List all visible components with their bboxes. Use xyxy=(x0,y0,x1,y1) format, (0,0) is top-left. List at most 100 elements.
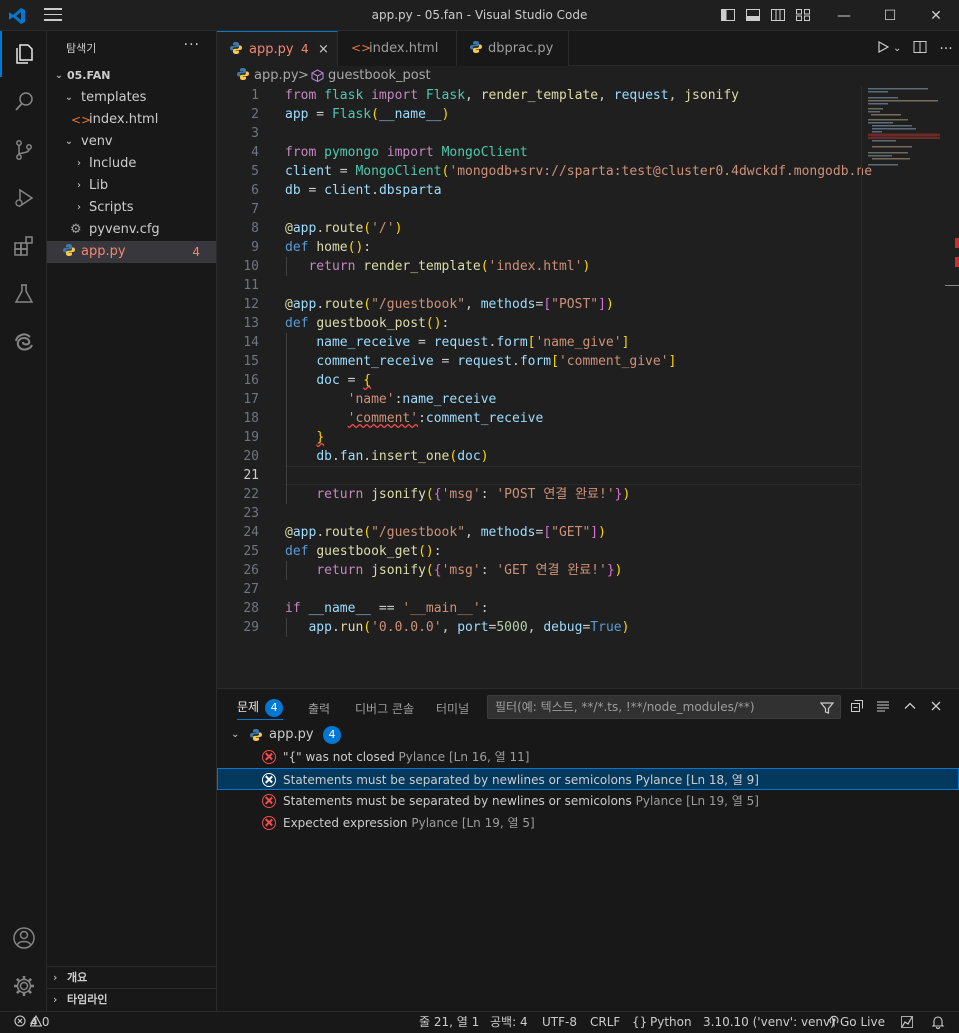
tab-debug-console[interactable]: 디버그 콘솔 xyxy=(355,700,414,720)
more-actions-icon[interactable]: ··· xyxy=(933,41,959,57)
search-icon[interactable] xyxy=(0,79,47,125)
end-of-line[interactable]: CRLF xyxy=(590,1012,620,1033)
tree-item-templates[interactable]: ⌄ templates xyxy=(47,87,216,109)
tree-item-lib[interactable]: › Lib xyxy=(47,175,216,197)
chevron-right-icon: › xyxy=(77,180,81,191)
title-bar: app.py - 05.fan - Visual Studio Code — ☐… xyxy=(0,0,959,31)
explorer-header: 탐색기 ··· xyxy=(47,31,216,65)
tree-item-label: index.html xyxy=(89,112,159,127)
filter-icon[interactable] xyxy=(819,700,835,722)
breadcrumb-file[interactable]: app.py xyxy=(254,66,299,86)
collapse-all-icon[interactable] xyxy=(850,699,864,717)
explorer-icon[interactable] xyxy=(0,31,47,77)
tree-item-venv[interactable]: ⌄ venv xyxy=(47,131,216,153)
gear-icon: ⚙ xyxy=(70,222,82,237)
more-actions-icon[interactable]: ··· xyxy=(184,37,200,53)
run-python-file-icon[interactable] xyxy=(873,40,893,57)
tab-dbprac-py[interactable]: dbprac.py xyxy=(457,31,569,66)
problems-status[interactable]: 4 0 xyxy=(14,1012,49,1033)
split-editor-icon[interactable] xyxy=(907,40,933,58)
tree-item-scripts[interactable]: › Scripts xyxy=(47,197,216,219)
chevron-down-icon[interactable]: ⌄ xyxy=(893,43,907,54)
code-line-22: return jsonify({'msg': 'POST 연결 완료!'}) xyxy=(316,487,631,502)
problem-row-selected[interactable]: Statements must be separated by newlines… xyxy=(217,768,959,790)
code-line-29: app.run('0.0.0.0', port=5000, debug=True… xyxy=(308,620,630,635)
cursor-position[interactable]: 줄 21, 열 1 xyxy=(419,1012,479,1033)
view-as-list-icon[interactable] xyxy=(876,699,890,717)
line-number: 23 xyxy=(243,506,259,521)
status-bar: 4 0 줄 21, 열 1 공백: 4 UTF-8 CRLF {} Python… xyxy=(0,1011,959,1033)
problems-file-name: app.py xyxy=(269,727,314,742)
customize-layout-icon[interactable] xyxy=(795,7,811,23)
tab-problems[interactable]: 문제 4 xyxy=(237,698,284,720)
problem-row[interactable]: "{" was not closed Pylance [Ln 16, 열 11] xyxy=(217,746,959,768)
tab-terminal[interactable]: 터미널 xyxy=(436,700,469,720)
problem-row[interactable]: Statements must be separated by newlines… xyxy=(217,790,959,812)
code-line-10: return render_template('index.html') xyxy=(308,259,591,274)
extensions-icon[interactable] xyxy=(0,223,47,269)
edge-devtools-icon[interactable] xyxy=(0,319,47,365)
line-number: 13 xyxy=(243,316,259,331)
code-line-15: comment_receive = request.form['comment_… xyxy=(316,354,677,369)
maximize-panel-icon[interactable] xyxy=(903,699,917,717)
code-line-6: db = client.dbsparta xyxy=(285,183,442,198)
code-line-1: from flask import Flask, render_template… xyxy=(285,88,740,103)
maximize-button[interactable]: ☐ xyxy=(867,0,913,31)
python-interpreter[interactable]: 3.10.10 ('venv': venv) xyxy=(703,1012,835,1033)
tree-item-include[interactable]: › Include xyxy=(47,153,216,175)
scrollbar-error-marker xyxy=(955,238,959,248)
section-timeline[interactable]: › 타임라인 xyxy=(47,988,217,1010)
line-number: 6 xyxy=(251,183,259,198)
line-number: 27 xyxy=(243,582,259,597)
settings-gear-icon[interactable] xyxy=(0,963,47,1009)
testing-icon[interactable] xyxy=(0,271,47,317)
close-panel-icon[interactable] xyxy=(929,699,943,717)
toggle-secondary-sidebar-icon[interactable] xyxy=(770,7,786,23)
editor-tabs: app.py 4 × <> index.html dbprac.py ⌄ ··· xyxy=(217,31,959,66)
account-icon[interactable] xyxy=(0,915,47,961)
tree-item-app-py[interactable]: app.py 4 xyxy=(47,241,216,263)
problems-filter-input[interactable]: 필터(예: 텍스트, **/*.ts, !**/node_modules/**) xyxy=(487,695,841,719)
feedback-icon[interactable] xyxy=(900,1015,914,1033)
tab-app-py[interactable]: app.py 4 × xyxy=(217,31,338,66)
go-live-button[interactable]: Go Live xyxy=(828,1012,885,1033)
language-mode[interactable]: Python xyxy=(650,1012,692,1033)
code-line-18: 'comment':comment_receive xyxy=(347,411,544,426)
toggle-panel-icon[interactable] xyxy=(745,7,761,23)
tab-output[interactable]: 출력 xyxy=(308,700,330,720)
tree-item-index-html[interactable]: <> index.html xyxy=(47,109,216,131)
explorer-sidebar: 탐색기 ··· ⌄ 05.FAN ⌄ templates <> index.ht… xyxy=(47,31,217,1011)
problem-row[interactable]: Expected expression Pylance [Ln 19, 열 5] xyxy=(217,812,959,834)
line-number: 28 xyxy=(243,601,259,616)
braces-icon[interactable]: {} xyxy=(632,1012,647,1033)
section-outline[interactable]: › 개요 xyxy=(47,966,217,988)
problem-message: "{" was not closed xyxy=(283,750,395,764)
folder-root[interactable]: ⌄ 05.FAN xyxy=(47,65,216,87)
tree-item-label: Lib xyxy=(89,178,109,193)
minimize-button[interactable]: — xyxy=(821,0,867,31)
notifications-bell-icon[interactable] xyxy=(931,1015,945,1033)
run-debug-icon[interactable] xyxy=(0,175,47,221)
problem-message: Statements must be separated by newlines… xyxy=(283,773,632,787)
chevron-right-icon: › xyxy=(77,158,81,169)
close-tab-icon[interactable]: × xyxy=(318,32,329,67)
line-number: 9 xyxy=(251,240,259,255)
toggle-primary-sidebar-icon[interactable] xyxy=(720,7,736,23)
code-line-16: doc = { xyxy=(316,373,372,388)
tree-item-label: venv xyxy=(81,134,113,149)
tab-index-html[interactable]: <> index.html xyxy=(338,31,457,66)
problem-location: [Ln 19, 열 5] xyxy=(461,816,535,830)
file-encoding[interactable]: UTF-8 xyxy=(542,1012,577,1033)
line-number: 22 xyxy=(243,487,259,502)
code-editor[interactable]: 1 2 3 4 5 6 7 8 9 10 11 12 13 14 15 16 17 18 19 20 21 22 23 24 2… xyxy=(217,86,959,688)
source-control-icon[interactable] xyxy=(0,127,47,173)
breadcrumb-symbol[interactable]: guestbook_post xyxy=(328,66,431,86)
line-number: 19 xyxy=(243,430,259,445)
tree-item-pyvenv-cfg[interactable]: ⚙ pyvenv.cfg xyxy=(47,219,216,241)
close-window-button[interactable]: ✕ xyxy=(913,0,959,31)
chevron-down-icon: ⌄ xyxy=(64,136,74,147)
problems-file-group[interactable]: ⌄ app.py 4 xyxy=(217,724,959,746)
minimap[interactable] xyxy=(861,86,959,688)
line-number: 16 xyxy=(243,373,259,388)
indentation-spaces[interactable]: 공백: 4 xyxy=(490,1012,528,1033)
